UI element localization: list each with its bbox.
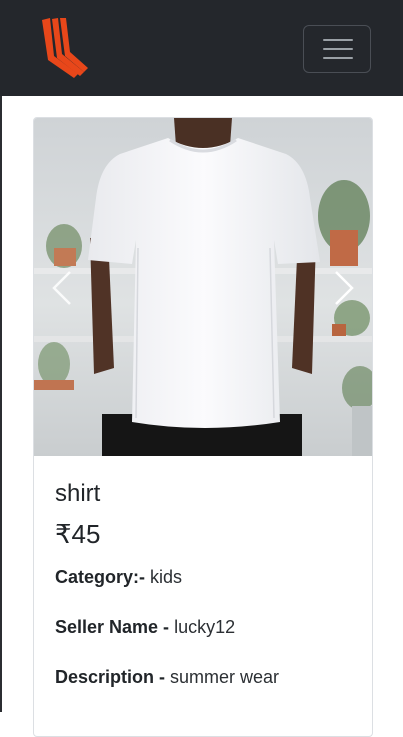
orange-stripes-logo-icon (42, 18, 88, 78)
navbar (0, 0, 403, 96)
category-row: Category:- kids (55, 566, 182, 588)
product-image-carousel (34, 118, 372, 456)
navbar-toggler-button[interactable] (303, 25, 371, 73)
seller-value: lucky12 (174, 617, 236, 637)
category-value: kids (150, 567, 183, 587)
description-label: Description - (55, 667, 166, 687)
chevron-left-icon (52, 271, 71, 305)
product-price: ₹45 (55, 519, 101, 549)
seller-label: Seller Name - (55, 617, 170, 637)
category-label: Category:- (55, 567, 146, 587)
product-image (34, 118, 372, 456)
product-card: shirt ₹45 Category:- kids Seller Name - … (33, 117, 373, 737)
brand-logo[interactable] (38, 16, 90, 80)
window-border (0, 96, 2, 712)
carousel-prev-button[interactable] (48, 268, 76, 308)
description-value: summer wear (170, 667, 280, 687)
description-row: Description - summer wear (55, 666, 279, 688)
product-title: shirt (55, 480, 101, 507)
chevron-right-icon (335, 271, 354, 305)
seller-row: Seller Name - lucky12 (55, 616, 235, 638)
carousel-next-button[interactable] (330, 268, 358, 308)
